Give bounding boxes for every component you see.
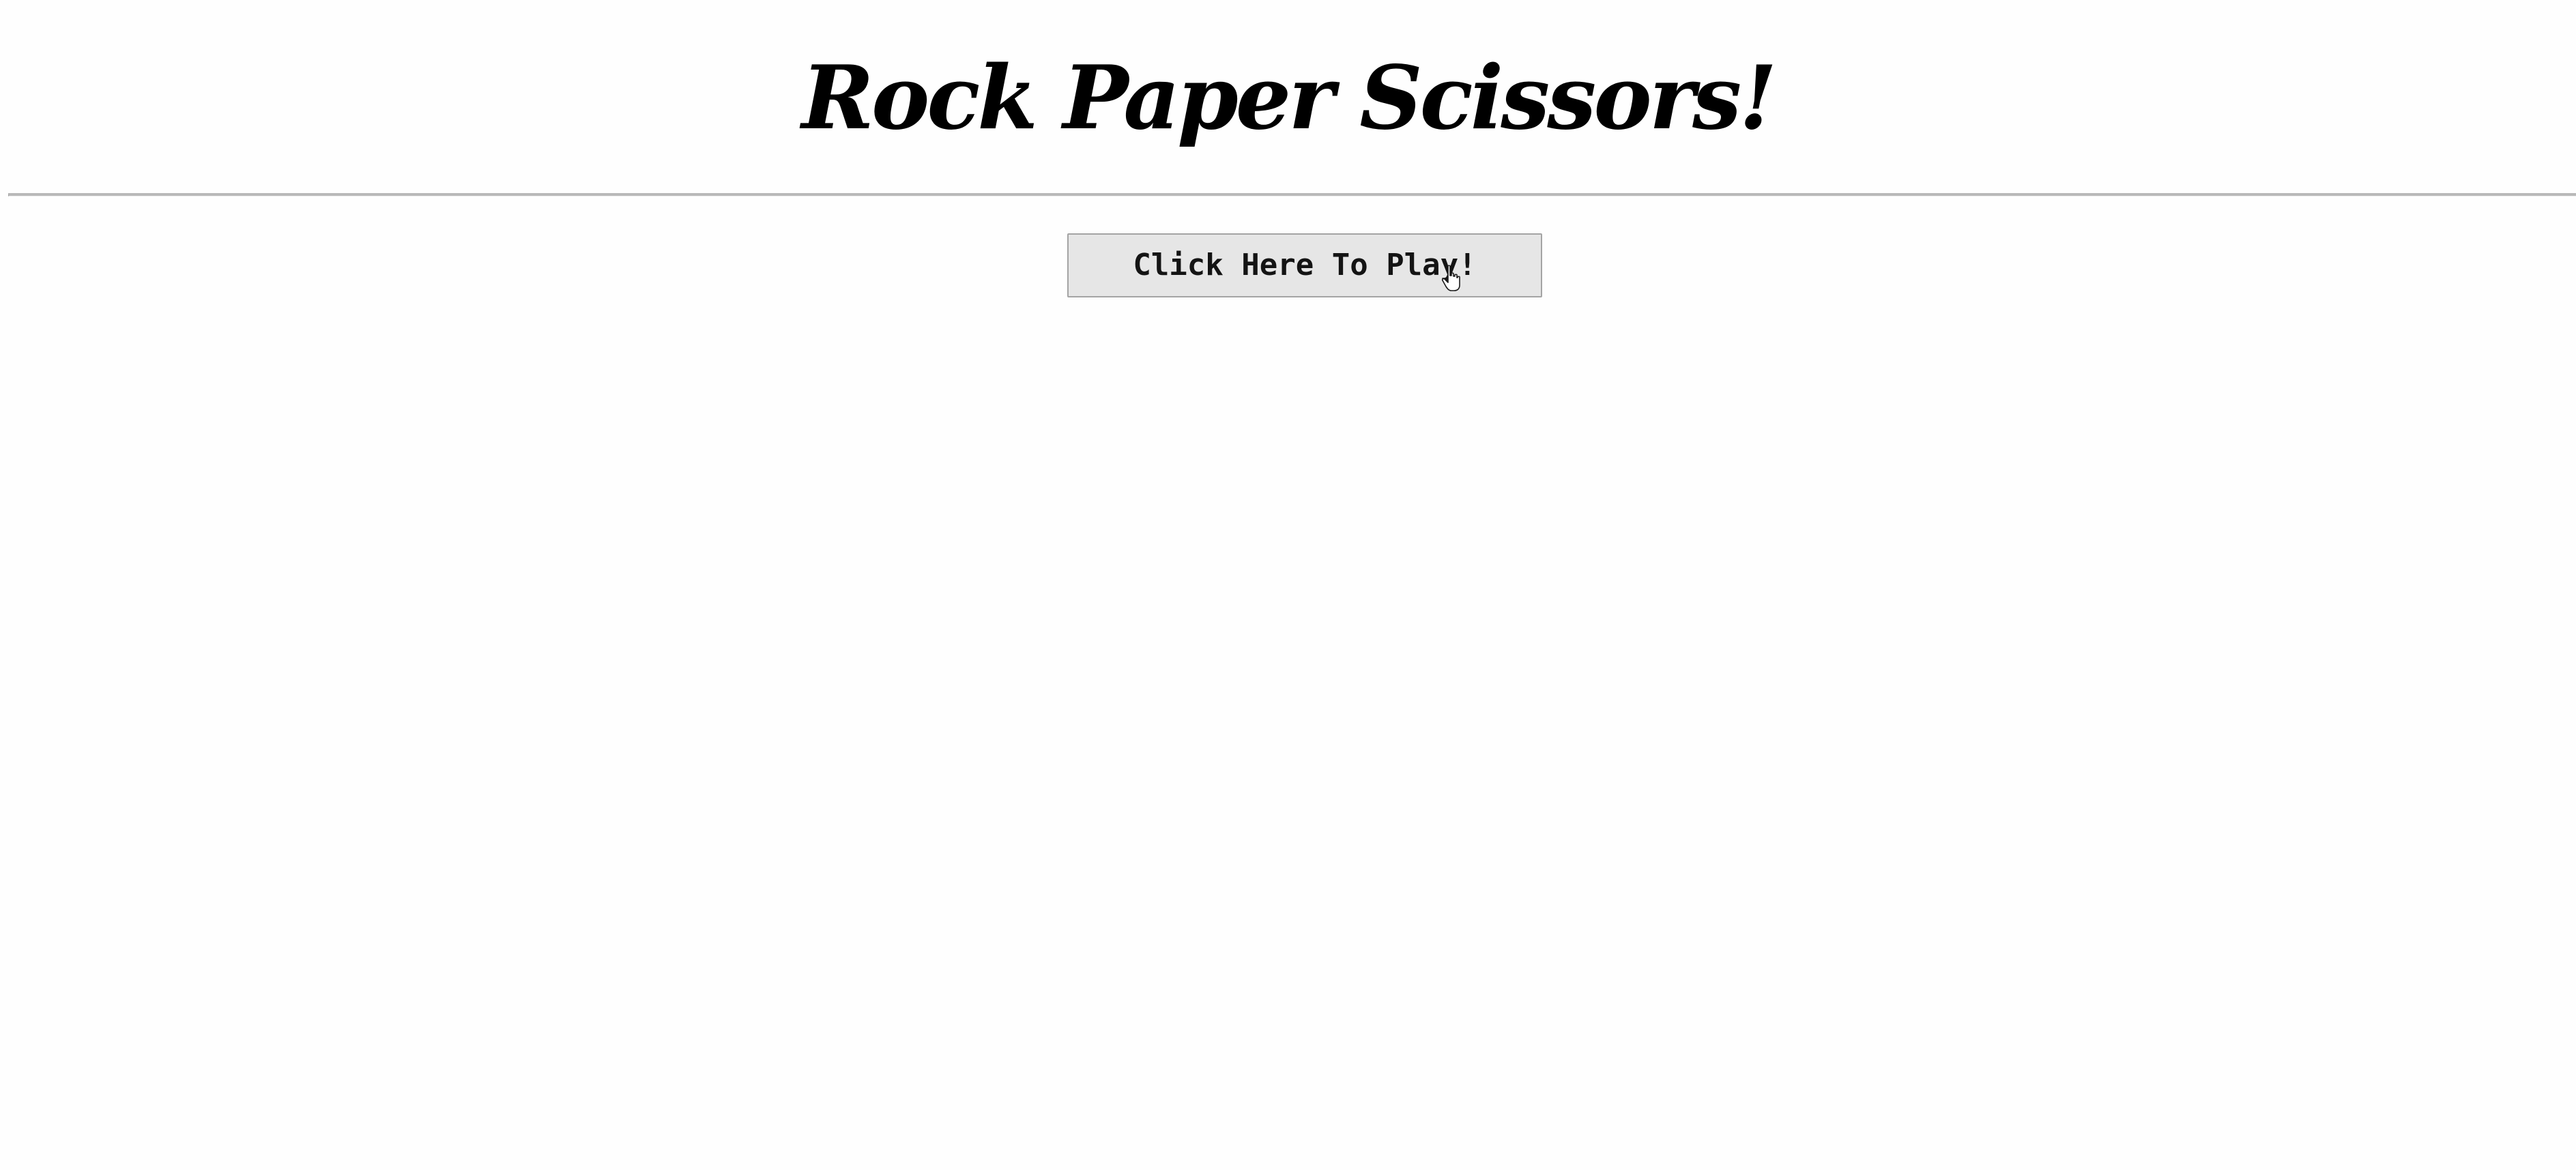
header-divider xyxy=(8,193,2576,196)
page-title: Rock Paper Scissors! xyxy=(801,47,1778,149)
play-button[interactable]: Click Here To Play! xyxy=(1067,233,1542,297)
page: Rock Paper Scissors! Click Here To Play! xyxy=(0,0,2576,1170)
